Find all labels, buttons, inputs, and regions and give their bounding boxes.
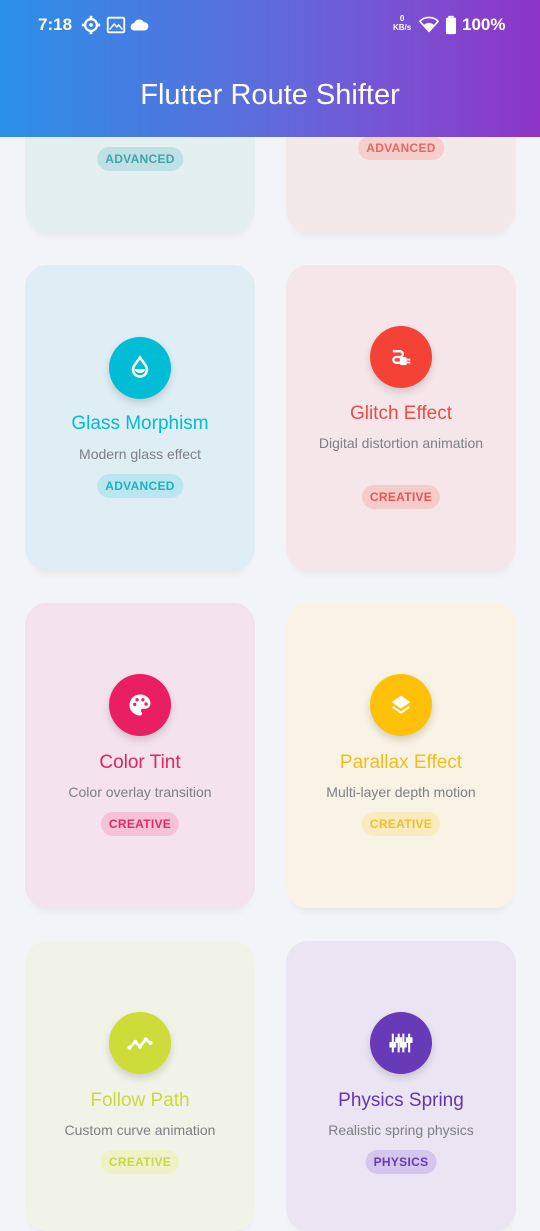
battery-icon bbox=[445, 15, 457, 35]
cloud-icon bbox=[130, 19, 149, 31]
card-follow-path[interactable]: Follow Path Custom curve animation CREAT… bbox=[25, 941, 255, 1231]
layers-icon bbox=[391, 695, 411, 714]
app-bar: 7:18 0 KB/s 100% Flutter Route Shifter bbox=[0, 0, 540, 137]
card-glitch-effect[interactable]: Glitch Effect Digital distortion animati… bbox=[286, 265, 516, 570]
network-speed-value: 0 bbox=[399, 14, 405, 23]
sliders-icon bbox=[389, 1033, 413, 1053]
settings-gear-icon bbox=[81, 15, 101, 35]
icon-circle bbox=[109, 1012, 171, 1074]
demo-grid: ADVANCED ADVANCED Glass Morphism Modern … bbox=[0, 0, 540, 1231]
page-title: Flutter Route Shifter bbox=[140, 79, 400, 111]
icon-circle bbox=[370, 1012, 432, 1074]
palette-icon bbox=[129, 694, 151, 716]
card-badge: PHYSICS bbox=[365, 1150, 437, 1174]
card-title: Physics Spring bbox=[338, 1090, 464, 1111]
card-title: Glitch Effect bbox=[349, 403, 453, 424]
card-title: Glass Morphism bbox=[71, 413, 209, 434]
status-time: 7:18 bbox=[38, 15, 73, 34]
status-bar: 7:18 0 KB/s 100% bbox=[0, 0, 540, 50]
plug-icon bbox=[392, 350, 411, 366]
card-description: Realistic spring physics bbox=[328, 1122, 474, 1138]
wifi-icon bbox=[419, 16, 439, 33]
card-parallax-effect[interactable]: Parallax Effect Multi-layer depth motion… bbox=[286, 603, 516, 908]
card-color-tint[interactable]: Color Tint Color overlay transition CREA… bbox=[25, 603, 255, 908]
icon-circle bbox=[109, 337, 171, 399]
icon-circle bbox=[109, 674, 171, 736]
card-title: Color Tint bbox=[99, 752, 181, 773]
card-physics-spring[interactable]: Physics Spring Realistic spring physics … bbox=[286, 941, 516, 1231]
network-speed-unit: KB/s bbox=[393, 23, 412, 32]
card-badge: CREATIVE bbox=[100, 812, 180, 836]
card-glass-morphism[interactable]: Glass Morphism Modern glass effect ADVAN… bbox=[25, 265, 255, 570]
card-badge: CREATIVE bbox=[361, 812, 441, 836]
card-description: Custom curve animation bbox=[64, 1122, 216, 1138]
card-description: Multi-layer depth motion bbox=[326, 784, 476, 800]
card-badge: ADVANCED bbox=[97, 474, 183, 498]
card-description: Color overlay transition bbox=[68, 784, 212, 800]
network-speed: 0 KB/s bbox=[393, 14, 411, 32]
card-badge: ADVANCED bbox=[97, 147, 183, 171]
battery-percent: 100% bbox=[462, 15, 506, 34]
card-badge: CREATIVE bbox=[100, 1150, 180, 1174]
card-badge: ADVANCED bbox=[358, 136, 444, 160]
card-title: Parallax Effect bbox=[339, 752, 463, 773]
image-icon bbox=[106, 16, 126, 34]
icon-circle bbox=[370, 674, 432, 736]
card-badge: CREATIVE bbox=[361, 485, 441, 509]
water-drop-icon bbox=[131, 355, 149, 378]
card-description: Modern glass effect bbox=[79, 446, 201, 462]
card-description: Digital distortion animation bbox=[318, 435, 484, 451]
icon-circle bbox=[370, 326, 432, 388]
card-title: Follow Path bbox=[90, 1090, 190, 1111]
path-icon bbox=[127, 1037, 153, 1050]
